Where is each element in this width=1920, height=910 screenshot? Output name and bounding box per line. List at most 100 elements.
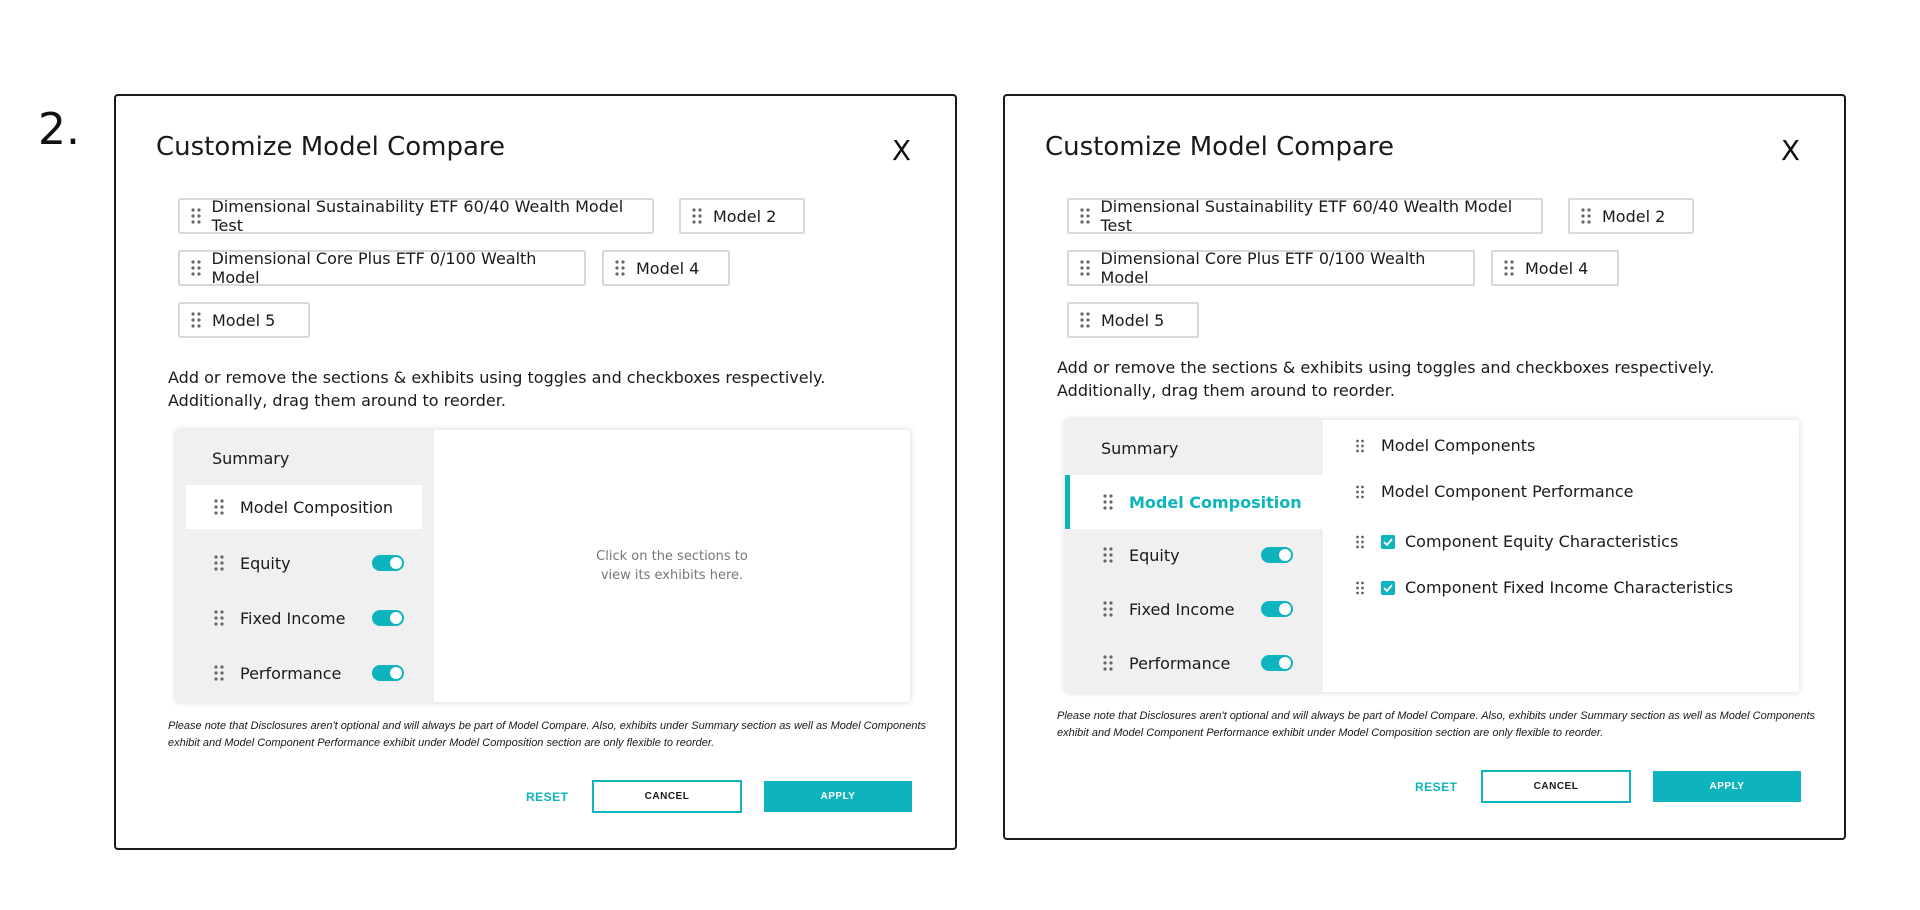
apply-button[interactable]: APPLY <box>764 781 912 812</box>
exhibit-item[interactable]: Model Component Performance <box>1351 482 1634 501</box>
drag-handle-icon[interactable] <box>1351 439 1369 453</box>
cancel-button[interactable]: CANCEL <box>592 780 742 813</box>
section-label: Model Composition <box>240 497 394 517</box>
instructions-text: Add or remove the sections & exhibits us… <box>1057 358 1715 400</box>
active-indicator <box>1065 475 1070 529</box>
apply-button[interactable]: APPLY <box>1653 771 1801 802</box>
exhibit-checkbox[interactable] <box>1381 534 1395 549</box>
model-chip[interactable]: Model 2 <box>679 198 805 234</box>
model-chip[interactable]: Model 4 <box>602 250 730 286</box>
section-fixed-income[interactable]: Fixed Income <box>1065 586 1323 632</box>
model-chip-label: Dimensional Core Plus ETF 0/100 Wealth M… <box>211 249 537 287</box>
disclosure-note: Please note that Disclosures aren't opti… <box>168 720 927 749</box>
drag-handle-icon[interactable] <box>1093 601 1123 617</box>
model-chip[interactable]: Model 5 <box>1067 302 1199 338</box>
section-label: Equity <box>240 553 291 573</box>
model-chip-label: Dimensional Sustainability ETF 60/40 Wea… <box>1100 197 1513 235</box>
drag-handle-icon[interactable] <box>1093 547 1123 563</box>
sections-config: Summary Model Composition Equity Fixed I… <box>176 430 910 702</box>
drag-handle-icon[interactable] <box>1093 494 1123 510</box>
section-label: Model Composition <box>1129 492 1302 512</box>
exhibit-label: Component Equity Characteristics <box>1405 532 1679 551</box>
instructions-text: Add or remove the sections & exhibits us… <box>168 368 826 410</box>
drag-handle-icon[interactable] <box>204 555 234 571</box>
performance-toggle[interactable] <box>372 665 404 681</box>
model-chip[interactable]: Model 4 <box>1491 250 1619 286</box>
exhibits-placeholder: Click on the sections to view its exhibi… <box>434 430 910 702</box>
close-icon[interactable]: X <box>892 134 911 167</box>
section-performance[interactable]: Performance <box>176 650 434 696</box>
section-fixed-income[interactable]: Fixed Income <box>176 595 434 641</box>
drag-handle-icon[interactable] <box>1570 208 1602 224</box>
exhibit-label: Model Components <box>1381 436 1536 455</box>
model-chip-label: Dimensional Sustainability ETF 60/40 Wea… <box>211 197 624 235</box>
check-icon <box>1383 537 1393 546</box>
exhibit-item[interactable]: Component Fixed Income Characteristics <box>1351 578 1733 597</box>
step-number: 2. <box>38 104 80 155</box>
sections-config: Summary Model Composition Equity Fixed I… <box>1065 420 1799 692</box>
cancel-button[interactable]: CANCEL <box>1481 770 1631 803</box>
section-summary[interactable]: Summary <box>176 435 434 481</box>
dialog-title: Customize Model Compare <box>1045 132 1395 162</box>
section-equity[interactable]: Equity <box>1065 532 1323 578</box>
customize-dialog-expanded: Customize Model Compare X Dimensional Su… <box>1003 94 1846 840</box>
drag-handle-icon[interactable] <box>604 260 636 276</box>
placeholder-text: Click on the sections to view its exhibi… <box>596 549 748 583</box>
disclosure-note: Please note that Disclosures aren't opti… <box>1057 710 1816 739</box>
drag-handle-icon[interactable] <box>180 312 212 328</box>
model-chip-label: Model 2 <box>713 206 777 226</box>
section-label: Summary <box>1101 438 1179 458</box>
sections-list: Summary Model Composition Equity Fixed I… <box>176 430 434 702</box>
exhibit-item[interactable]: Component Equity Characteristics <box>1351 532 1678 551</box>
drag-handle-icon[interactable] <box>1093 655 1123 671</box>
sections-list: Summary Model Composition Equity Fixed I… <box>1065 420 1323 692</box>
model-chip-label: Model 4 <box>1525 258 1589 278</box>
drag-handle-icon[interactable] <box>204 499 234 515</box>
drag-handle-icon[interactable] <box>1069 260 1101 276</box>
drag-handle-icon[interactable] <box>1069 208 1100 224</box>
exhibit-checkbox[interactable] <box>1381 580 1395 595</box>
model-chip[interactable]: Dimensional Sustainability ETF 60/40 Wea… <box>178 197 654 235</box>
fixed-income-toggle[interactable] <box>372 610 404 626</box>
performance-toggle[interactable] <box>1261 655 1293 671</box>
section-label: Fixed Income <box>240 608 346 628</box>
dialog-title: Customize Model Compare <box>156 132 506 162</box>
fixed-income-toggle[interactable] <box>1261 601 1293 617</box>
section-label: Fixed Income <box>1129 599 1235 619</box>
drag-handle-icon[interactable] <box>681 208 713 224</box>
model-chip-label: Model 2 <box>1602 206 1666 226</box>
drag-handle-icon[interactable] <box>204 610 234 626</box>
section-model-composition[interactable]: Model Composition <box>186 485 422 529</box>
exhibit-label: Model Component Performance <box>1381 482 1634 501</box>
section-performance[interactable]: Performance <box>1065 640 1323 686</box>
reset-button[interactable]: RESET <box>1415 780 1458 794</box>
section-equity[interactable]: Equity <box>176 540 434 586</box>
close-icon[interactable]: X <box>1781 134 1800 167</box>
exhibit-label: Component Fixed Income Characteristics <box>1405 578 1734 597</box>
reset-button[interactable]: RESET <box>526 790 569 804</box>
drag-handle-icon[interactable] <box>204 665 234 681</box>
model-chip[interactable]: Dimensional Sustainability ETF 60/40 Wea… <box>1067 197 1543 235</box>
model-chip[interactable]: Model 5 <box>178 302 310 338</box>
drag-handle-icon[interactable] <box>1351 485 1369 499</box>
model-chip-label: Model 5 <box>1101 310 1165 330</box>
section-label: Summary <box>212 448 290 468</box>
drag-handle-icon[interactable] <box>1493 260 1525 276</box>
section-model-composition[interactable]: Model Composition <box>1065 475 1323 529</box>
section-label: Equity <box>1129 545 1180 565</box>
drag-handle-icon[interactable] <box>180 260 212 276</box>
model-chip[interactable]: Dimensional Core Plus ETF 0/100 Wealth M… <box>1067 249 1475 287</box>
model-chip[interactable]: Model 2 <box>1568 198 1694 234</box>
equity-toggle[interactable] <box>1261 547 1293 563</box>
model-chip-label: Model 4 <box>636 258 700 278</box>
drag-handle-icon[interactable] <box>1351 581 1369 595</box>
section-label: Performance <box>240 663 342 683</box>
exhibit-item[interactable]: Model Components <box>1351 436 1535 455</box>
customize-dialog-collapsed: Customize Model Compare X Dimensional Su… <box>114 94 957 850</box>
model-chip[interactable]: Dimensional Core Plus ETF 0/100 Wealth M… <box>178 249 586 287</box>
drag-handle-icon[interactable] <box>1069 312 1101 328</box>
drag-handle-icon[interactable] <box>1351 535 1369 549</box>
equity-toggle[interactable] <box>372 555 404 571</box>
drag-handle-icon[interactable] <box>180 208 211 224</box>
section-summary[interactable]: Summary <box>1065 425 1323 471</box>
